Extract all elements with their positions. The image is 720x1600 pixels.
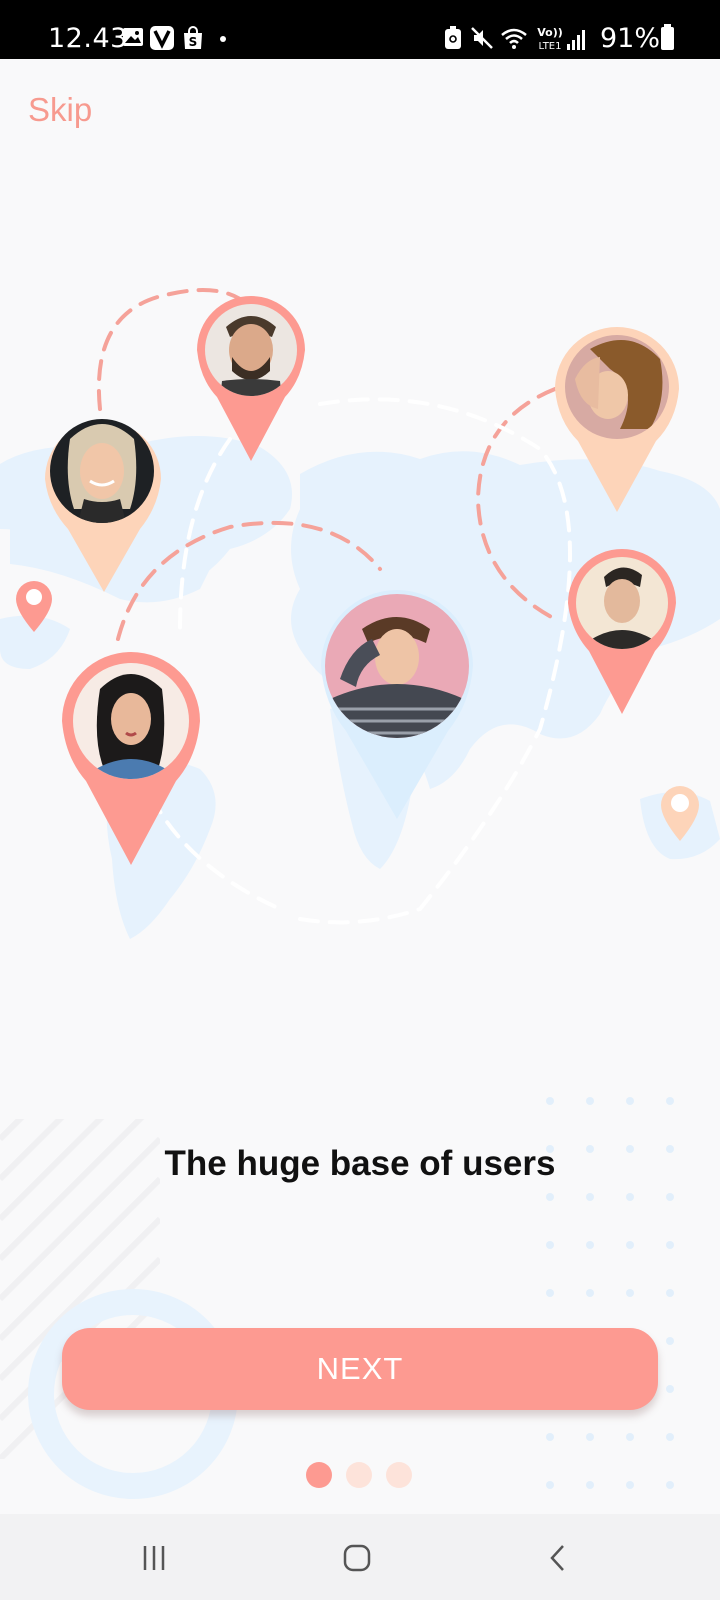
world-map-illustration xyxy=(0,288,720,939)
page-dot-1[interactable] xyxy=(306,1462,332,1488)
onboarding-screen: Skip The huge base of users NEXT xyxy=(0,59,720,1514)
page-indicator xyxy=(306,1462,412,1488)
status-bar: 12.43 S Vo)) LTE1 91% xyxy=(0,0,720,59)
next-button[interactable]: NEXT xyxy=(62,1328,658,1410)
skip-button[interactable]: Skip xyxy=(28,91,92,129)
wifi-icon xyxy=(501,28,527,49)
recent-apps-icon[interactable] xyxy=(134,1538,174,1578)
v-app-icon xyxy=(150,26,174,50)
mute-icon xyxy=(471,27,493,49)
dot-icon xyxy=(220,36,226,42)
home-icon[interactable] xyxy=(337,1538,377,1578)
status-time: 12.43 xyxy=(48,23,128,54)
user-pin xyxy=(197,296,305,461)
svg-text:Vo)): Vo)) xyxy=(537,26,563,39)
battery-saver-icon xyxy=(445,26,461,49)
page-dot-3[interactable] xyxy=(386,1462,412,1488)
onboarding-headline: The huge base of users xyxy=(164,1144,556,1183)
system-nav-bar xyxy=(0,1514,720,1600)
page-dot-2[interactable] xyxy=(346,1462,372,1488)
gallery-icon xyxy=(123,28,143,46)
shop-icon: S xyxy=(184,26,202,49)
battery-percent: 91% xyxy=(599,23,660,54)
svg-text:S: S xyxy=(189,35,198,49)
back-icon[interactable] xyxy=(538,1538,578,1578)
volte-icon: Vo)) LTE1 xyxy=(537,26,563,52)
battery-icon xyxy=(661,24,674,50)
signal-icon xyxy=(567,30,585,50)
svg-text:LTE1: LTE1 xyxy=(539,41,562,52)
